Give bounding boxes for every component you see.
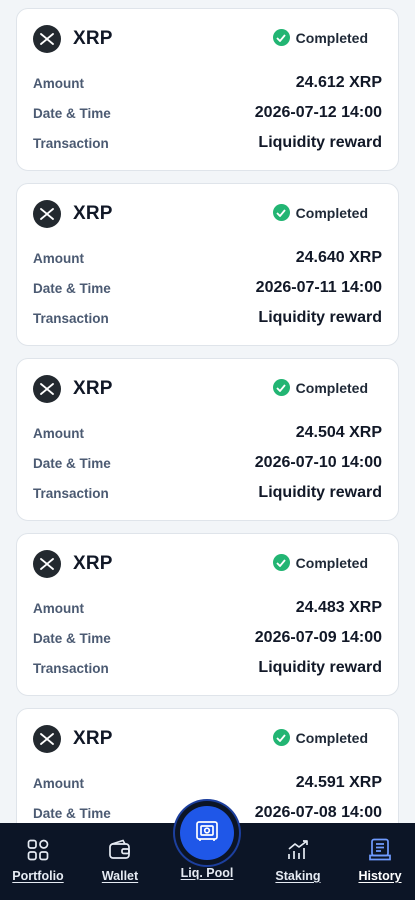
- transaction-label: Transaction: [33, 135, 109, 151]
- amount-label: Amount: [33, 425, 84, 441]
- xrp-icon: [33, 375, 61, 403]
- datetime-row: Date & Time 2026-07-10 14:00: [33, 453, 382, 473]
- nav-wallet[interactable]: Wallet: [80, 837, 160, 897]
- datetime-value: 2026-07-11 14:00: [255, 279, 382, 296]
- xrp-icon: [33, 725, 61, 753]
- xrp-icon: [33, 200, 61, 228]
- amount-value: 24.483 XRP: [295, 599, 382, 616]
- transaction-row: Transaction Liquidity reward: [33, 308, 382, 328]
- datetime-row: Date & Time 2026-07-11 14:00: [33, 278, 382, 298]
- status-text: Completed: [295, 379, 368, 396]
- transaction-history-list[interactable]: XRP Completed Amount 24.612 XRP Date & T…: [0, 0, 415, 825]
- card-header: XRP Completed: [33, 200, 382, 230]
- grid-icon: [25, 837, 51, 863]
- datetime-value: 2026-07-12 14:00: [254, 104, 382, 121]
- nav-label: History: [358, 869, 402, 883]
- amount-row: Amount 24.504 XRP: [33, 423, 382, 443]
- datetime-value: 2026-07-10 14:00: [254, 454, 382, 471]
- datetime-label: Date & Time: [33, 280, 111, 296]
- amount-row: Amount 24.612 XRP: [33, 73, 382, 93]
- status-text: Completed: [295, 29, 368, 46]
- check-circle-icon: [272, 729, 290, 746]
- xrp-icon: [33, 550, 61, 578]
- transaction-row: Transaction Liquidity reward: [33, 133, 382, 153]
- datetime-row: Date & Time 2026-07-09 14:00: [33, 628, 382, 648]
- status-badge: Completed: [272, 204, 368, 221]
- nav-history[interactable]: History: [340, 837, 415, 897]
- wallet-icon: [107, 837, 133, 863]
- amount-value: 24.591 XRP: [295, 774, 382, 791]
- status-badge: Completed: [272, 379, 368, 396]
- transaction-value: Liquidity reward: [258, 484, 382, 501]
- datetime-value: 2026-07-08 14:00: [254, 804, 382, 821]
- datetime-label: Date & Time: [33, 630, 111, 646]
- safe-icon: [195, 819, 219, 848]
- card-header: XRP Completed: [33, 550, 382, 580]
- card-header: XRP Completed: [33, 725, 382, 755]
- status-text: Completed: [295, 554, 368, 571]
- coin-name: XRP: [73, 203, 113, 224]
- amount-label: Amount: [33, 775, 84, 791]
- transaction-card[interactable]: XRP Completed Amount 24.504 XRP Date & T…: [16, 358, 399, 521]
- nav-label: Wallet: [101, 869, 139, 883]
- status-badge: Completed: [272, 554, 368, 571]
- coin-name: XRP: [73, 728, 113, 749]
- amount-value: 24.612 XRP: [295, 74, 382, 91]
- card-header: XRP Completed: [33, 25, 382, 55]
- nav-label: Portfolio: [12, 869, 64, 883]
- check-circle-icon: [272, 29, 290, 46]
- transaction-label: Transaction: [33, 660, 109, 676]
- chart-up-icon: [285, 837, 311, 863]
- coin-name: XRP: [73, 378, 113, 399]
- transaction-value: Liquidity reward: [258, 659, 382, 676]
- check-circle-icon: [272, 204, 290, 221]
- card-header: XRP Completed: [33, 375, 382, 405]
- transaction-value: Liquidity reward: [258, 134, 382, 151]
- transaction-card[interactable]: XRP Completed Amount 24.483 XRP Date & T…: [16, 533, 399, 696]
- datetime-value: 2026-07-09 14:00: [254, 629, 382, 646]
- status-text: Completed: [295, 204, 368, 221]
- nav-staking[interactable]: Staking: [258, 837, 338, 897]
- status-text: Completed: [295, 729, 368, 746]
- nav-label-liq-pool[interactable]: Liq. Pool: [167, 866, 247, 880]
- transaction-card[interactable]: XRP Completed Amount 24.612 XRP Date & T…: [16, 8, 399, 171]
- history-icon: [367, 837, 393, 863]
- check-circle-icon: [272, 379, 290, 396]
- status-badge: Completed: [272, 29, 368, 46]
- amount-value: 24.504 XRP: [295, 424, 382, 441]
- transaction-card[interactable]: XRP Completed Amount 24.640 XRP Date & T…: [16, 183, 399, 346]
- check-circle-icon: [272, 554, 290, 571]
- transaction-row: Transaction Liquidity reward: [33, 658, 382, 678]
- amount-value: 24.640 XRP: [295, 249, 382, 266]
- amount-label: Amount: [33, 600, 84, 616]
- amount-row: Amount 24.591 XRP: [33, 773, 382, 793]
- xrp-icon: [33, 25, 61, 53]
- coin-name: XRP: [73, 553, 113, 574]
- amount-row: Amount 24.640 XRP: [33, 248, 382, 268]
- amount-label: Amount: [33, 75, 84, 91]
- transaction-label: Transaction: [33, 310, 109, 326]
- transaction-label: Transaction: [33, 485, 109, 501]
- datetime-row: Date & Time 2026-07-12 14:00: [33, 103, 382, 123]
- liquidity-pool-button[interactable]: [180, 806, 234, 860]
- coin-name: XRP: [73, 28, 113, 49]
- datetime-label: Date & Time: [33, 105, 111, 121]
- nav-portfolio[interactable]: Portfolio: [0, 837, 78, 897]
- transaction-row: Transaction Liquidity reward: [33, 483, 382, 503]
- status-badge: Completed: [272, 729, 368, 746]
- nav-label: Staking: [275, 869, 321, 883]
- datetime-label: Date & Time: [33, 455, 111, 471]
- amount-label: Amount: [33, 250, 84, 266]
- transaction-value: Liquidity reward: [258, 309, 382, 326]
- amount-row: Amount 24.483 XRP: [33, 598, 382, 618]
- datetime-label: Date & Time: [33, 805, 111, 821]
